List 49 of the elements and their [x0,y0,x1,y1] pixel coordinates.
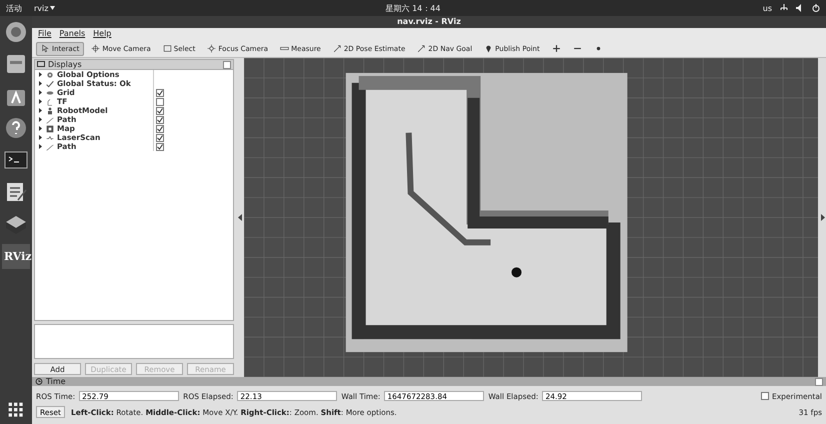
keyboard-layout[interactable]: us [762,4,772,12]
robot-marker [512,267,522,278]
menu-item[interactable]: Panels [59,29,86,39]
rviz-launcher[interactable]: RViz [2,244,30,269]
volume-icon[interactable] [796,4,804,12]
clock-icon [35,378,43,385]
plus-icon [552,44,561,53]
notepad-icon[interactable] [4,180,28,204]
crosshair-icon [207,44,216,53]
caret-icon[interactable] [50,6,56,10]
pin-icon [484,44,494,53]
checkbox[interactable] [156,98,164,106]
help-icon[interactable] [4,116,28,140]
clock: 星期六 14：44 [386,2,440,14]
3d-view[interactable] [244,58,818,377]
checkbox[interactable] [156,88,164,96]
monitor-icon [37,61,45,68]
menu-item[interactable]: Help [93,29,112,39]
app-menu[interactable]: rviz [34,4,48,12]
checkbox[interactable] [156,106,164,114]
rectangle-icon [162,44,172,53]
checkbox[interactable] [156,116,164,124]
menu-item[interactable]: File [38,29,52,39]
path-icon [46,116,54,124]
close-button[interactable] [223,60,231,68]
close-button[interactable] [815,378,823,386]
network-icon[interactable] [780,4,788,12]
path-icon [46,142,54,150]
checkbox[interactable] [760,392,769,400]
arrow-icon [332,44,342,53]
window-title: nav.rviz - RViz [32,16,826,28]
checkmark-icon [46,80,54,88]
panel-title: Displays [48,60,82,69]
app-grid-icon[interactable] [8,402,24,418]
robot-icon [46,106,54,114]
map-icon [46,124,54,132]
cursor-icon [41,44,50,53]
panel-title: Time [46,377,66,386]
grid-icon [46,88,54,96]
move-icon [91,44,100,53]
ruler-icon [280,44,290,53]
checkbox[interactable] [156,142,164,150]
axes-icon [46,98,54,106]
arrow-icon [417,44,426,53]
activities-label[interactable]: 活动 [6,2,22,14]
scan-icon [46,134,54,142]
power-icon[interactable] [812,4,820,12]
checkbox[interactable] [156,134,164,142]
checkbox[interactable] [156,124,164,132]
